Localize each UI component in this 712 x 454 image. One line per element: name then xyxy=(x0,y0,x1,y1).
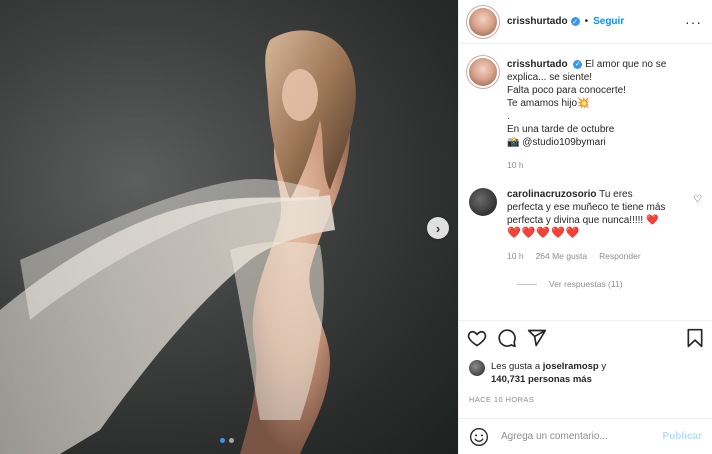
comment-line: perfecta y divina que nunca!!!!! ❤️ xyxy=(507,215,659,226)
share-icon[interactable] xyxy=(527,328,547,348)
header-separator: • xyxy=(584,16,589,27)
commenter-username[interactable]: carolinacruzosorio xyxy=(507,189,596,200)
comment-reply-button[interactable]: Responder xyxy=(599,250,641,263)
comment-line: perfecta y ese muñeco te tiene más xyxy=(507,202,666,213)
likes-count[interactable]: 140,731 personas más xyxy=(491,374,592,385)
caption-line[interactable]: 📸 @studio109bymari xyxy=(507,136,666,149)
post-side-panel: crisshurtado ✓ • Seguir ··· crisshurtado… xyxy=(458,0,712,454)
likes-prefix: Les gusta a xyxy=(491,361,541,372)
verified-icon: ✓ xyxy=(573,59,583,69)
caption-line: . xyxy=(507,111,510,122)
likes-summary[interactable]: Les gusta a joselramosp y 140,731 person… xyxy=(469,360,702,386)
comment-hearts: ❤️❤️❤️❤️❤️ xyxy=(507,227,581,239)
post-header: crisshurtado ✓ • Seguir ··· xyxy=(459,0,712,44)
carousel-dot-2 xyxy=(229,438,234,443)
carousel-indicator xyxy=(220,438,234,443)
carousel-dot-1 xyxy=(220,438,225,443)
bookmark-icon[interactable] xyxy=(686,328,704,348)
commenter-avatar[interactable] xyxy=(469,188,497,216)
follow-button[interactable]: Seguir xyxy=(593,16,624,27)
view-replies-button[interactable]: Ver respuestas (11) xyxy=(517,279,702,289)
caption-line: Falta poco para conocerte! xyxy=(507,85,626,96)
comment-icon[interactable] xyxy=(497,328,517,348)
action-bar xyxy=(459,320,712,354)
caption-line: explica... se siente! xyxy=(507,72,593,83)
caption-time[interactable]: 10 h xyxy=(507,159,524,172)
comment-composer: Agrega un comentario... Publicar xyxy=(459,418,712,454)
author-avatar[interactable] xyxy=(469,7,497,36)
emoji-icon[interactable] xyxy=(469,427,489,447)
replies-divider xyxy=(517,283,537,285)
liker-avatar[interactable] xyxy=(469,360,485,376)
chevron-right-icon: › xyxy=(435,220,441,236)
caption-line: En una tarde de octubre xyxy=(507,124,615,135)
comment-item: carolinacruzosorio Tu eres perfecta y es… xyxy=(469,188,702,263)
author-username[interactable]: crisshurtado xyxy=(507,16,568,27)
heart-icon[interactable] xyxy=(467,328,487,348)
likes-user[interactable]: joselramosp xyxy=(543,361,599,372)
post-time[interactable]: HACE 10 HORAS xyxy=(469,395,534,404)
caption-line: Te amamos hijo💥 xyxy=(507,98,590,109)
post-photo[interactable]: › xyxy=(0,0,458,454)
publish-button[interactable]: Publicar xyxy=(663,431,702,442)
photo-illustration xyxy=(0,30,356,454)
comment-like-heart-icon[interactable]: ♡ xyxy=(693,194,702,263)
likes-connector: y xyxy=(601,361,607,372)
verified-icon: ✓ xyxy=(570,17,580,26)
caption-username[interactable]: crisshurtado xyxy=(507,59,568,70)
comment-input[interactable]: Agrega un comentario... xyxy=(501,431,663,442)
comment-likes[interactable]: 264 Me gusta xyxy=(536,250,588,263)
caption: crisshurtado ✓ El amor que no se explica… xyxy=(469,58,702,172)
caption-avatar[interactable] xyxy=(469,58,497,86)
more-icon[interactable]: ··· xyxy=(685,14,702,30)
carousel-next-button[interactable]: › xyxy=(427,217,449,239)
view-replies-label: Ver respuestas (11) xyxy=(549,279,623,289)
comment-line: Tu eres xyxy=(599,189,633,200)
caption-line: El amor que no se xyxy=(585,59,667,70)
comments-section[interactable]: crisshurtado ✓ El amor que no se explica… xyxy=(459,44,712,354)
comment-time[interactable]: 10 h xyxy=(507,250,524,263)
